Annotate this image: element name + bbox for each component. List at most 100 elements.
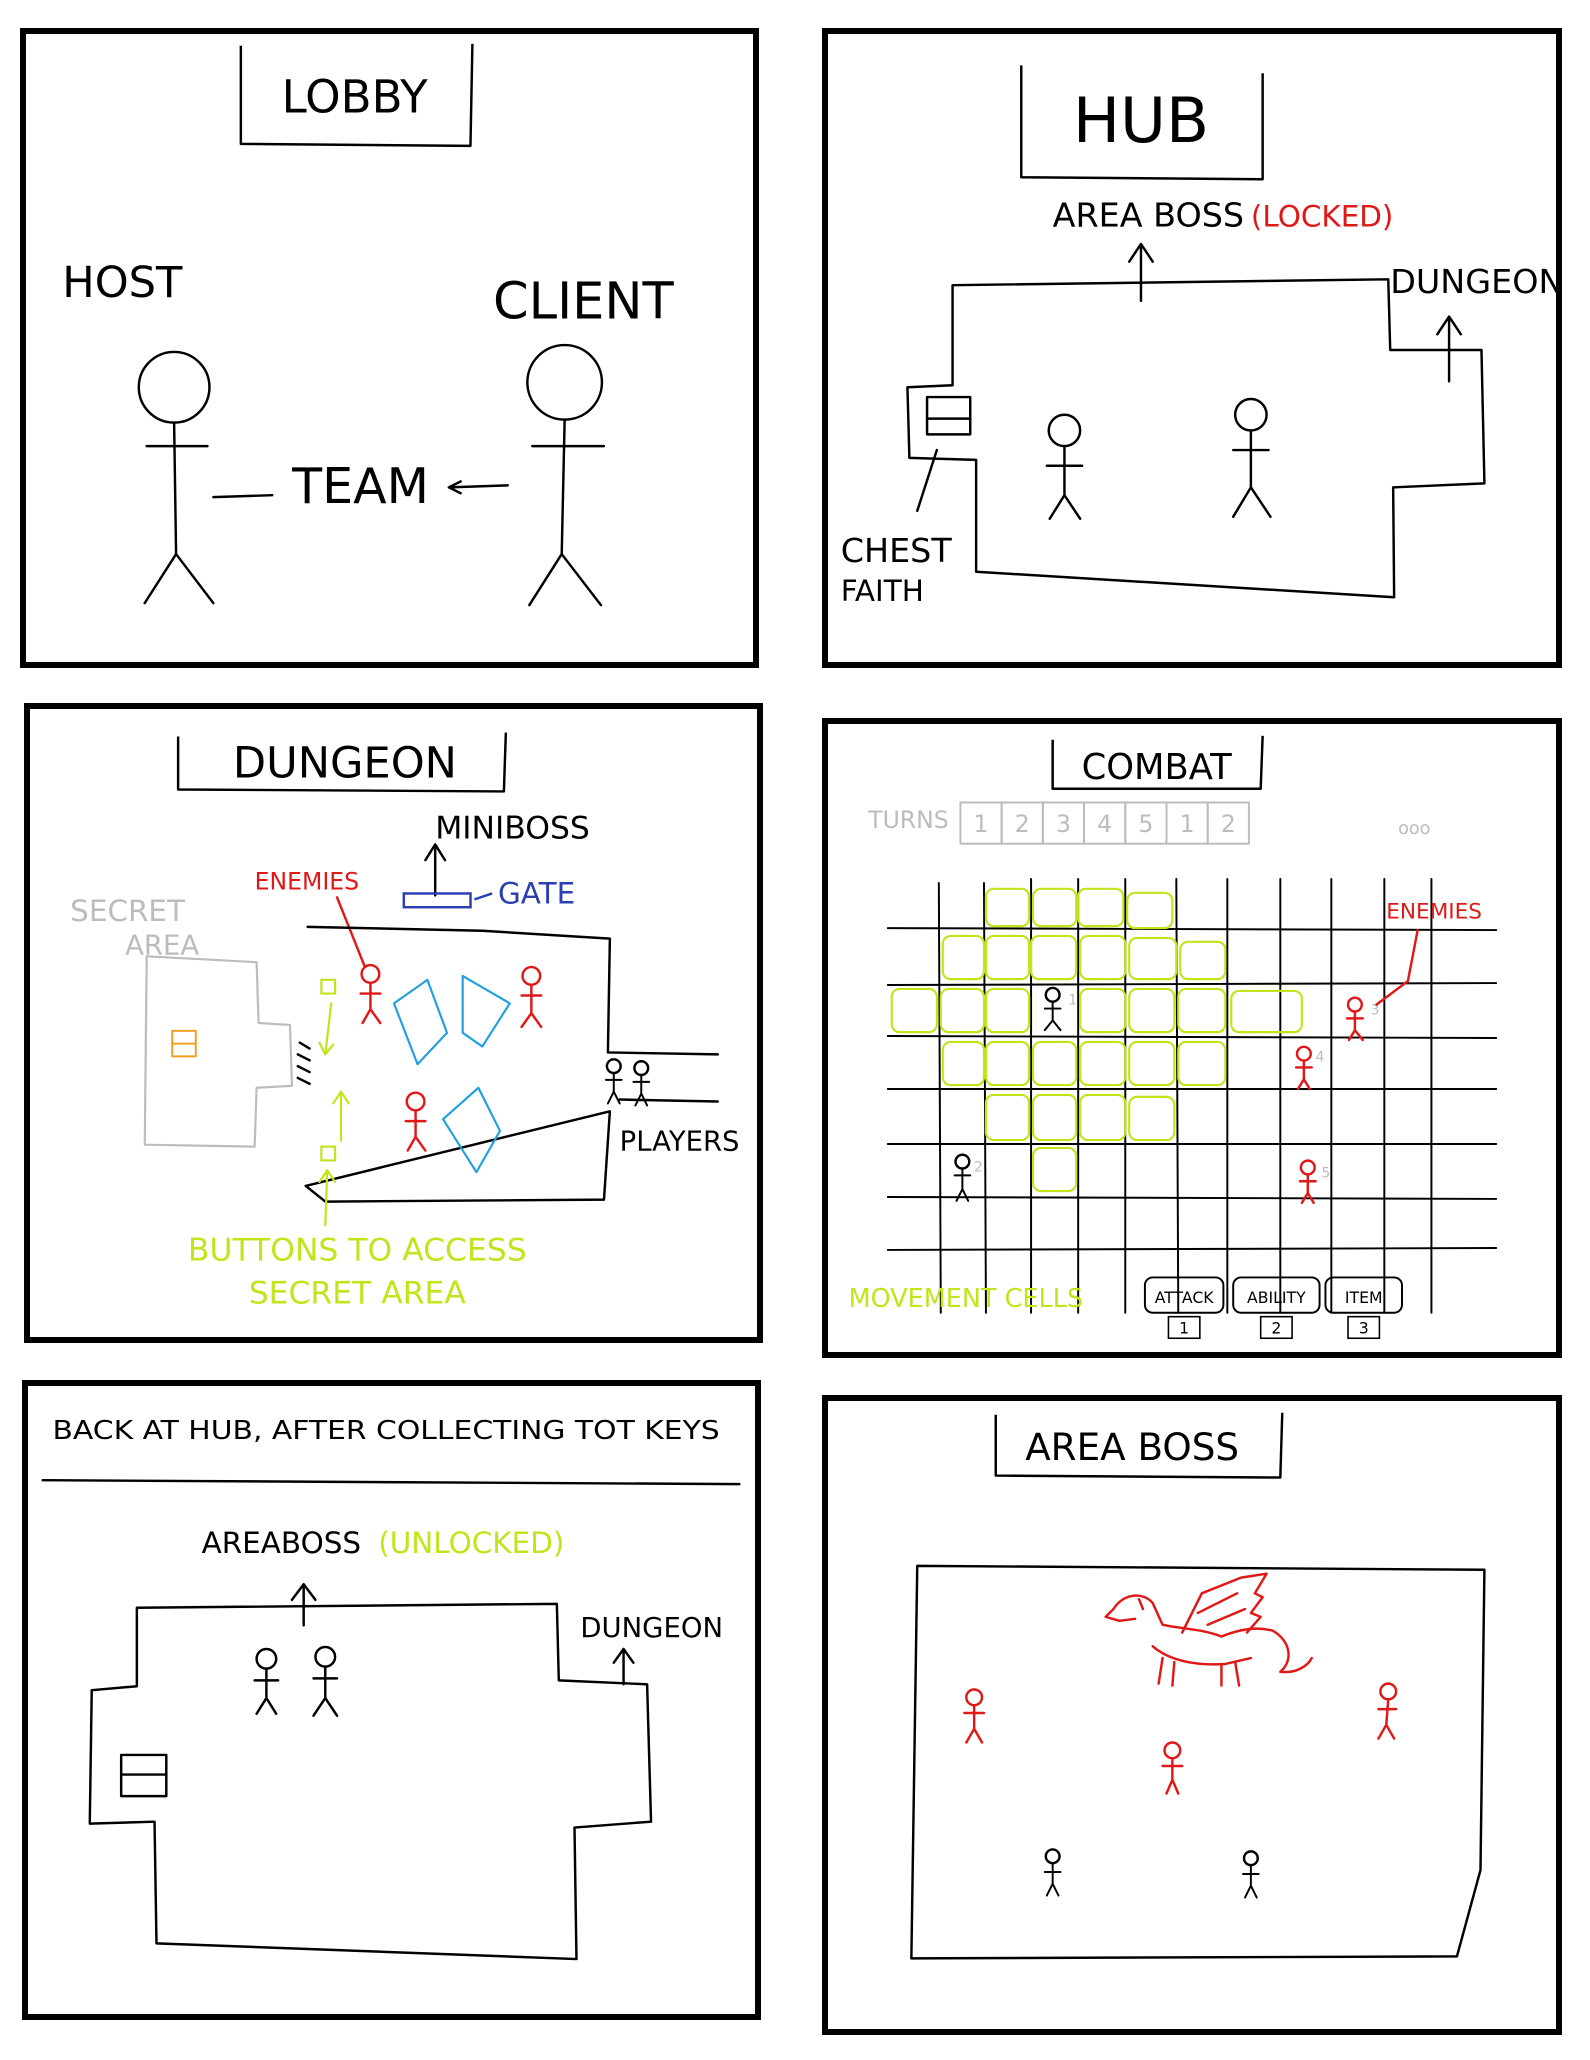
back-hub-areaboss-arrow bbox=[290, 1582, 317, 1627]
miniboss-arrow bbox=[424, 843, 447, 897]
hub-room-outline bbox=[906, 278, 1486, 599]
enemies-label: ENEMIES bbox=[255, 868, 359, 896]
panel-lobby: LOBBY HOST CLIENT TEAM bbox=[20, 28, 759, 668]
unit-number-4: 4 bbox=[1316, 1050, 1325, 1066]
button-arrow-mid bbox=[332, 1090, 350, 1142]
turn-track: 1234512 bbox=[959, 801, 1250, 845]
turn-number: 1 bbox=[974, 810, 989, 838]
dungeon-enemy-2 bbox=[520, 965, 543, 1029]
hub-title: HUB bbox=[1073, 84, 1209, 157]
action-ability-button[interactable]: ABILITY 2 bbox=[1232, 1276, 1321, 1340]
button-arrow-up bbox=[318, 1002, 335, 1056]
gate-label: GATE bbox=[498, 876, 575, 910]
turn-number: 2 bbox=[1015, 810, 1030, 838]
chest-icon bbox=[925, 395, 972, 436]
panel-back-at-hub: BACK AT HUB, AFTER COLLECTING TOT KEYS A… bbox=[22, 1380, 761, 2020]
action-attack-button[interactable]: ATTACK 1 bbox=[1143, 1276, 1225, 1340]
action-label: ABILITY bbox=[1247, 1288, 1306, 1307]
client-label: CLIENT bbox=[493, 273, 674, 332]
dungeon-enemy-3 bbox=[404, 1091, 427, 1152]
unit-number-2: 2 bbox=[974, 1159, 983, 1175]
area-boss-title: AREA BOSS bbox=[1025, 1425, 1239, 1469]
area-boss-locked-label: (LOCKED) bbox=[1251, 199, 1394, 233]
dungeon-player-1 bbox=[604, 1058, 623, 1105]
back-hub-room-outline bbox=[88, 1602, 653, 1961]
boss-arena-outline bbox=[910, 1564, 1486, 1960]
boss-minion-2 bbox=[1161, 1741, 1184, 1795]
obstacle-1 bbox=[392, 978, 449, 1066]
secret-button-2 bbox=[320, 1145, 337, 1162]
combat-title: COMBAT bbox=[1082, 747, 1233, 788]
turn-number: 1 bbox=[1180, 810, 1195, 838]
gate-shape bbox=[402, 892, 472, 909]
movement-cells bbox=[890, 887, 1303, 1193]
back-hub-unlocked-label: (UNLOCKED) bbox=[378, 1526, 564, 1560]
unit-number-5: 5 bbox=[1322, 1165, 1331, 1181]
dungeon-enemy-1 bbox=[359, 963, 382, 1025]
turns-more: ooo bbox=[1398, 819, 1430, 839]
faith-label: FAITH bbox=[841, 574, 924, 608]
back-hub-dungeon-label: DUNGEON bbox=[580, 1613, 723, 1644]
back-hub-chest-icon bbox=[119, 1753, 168, 1798]
boss-minion-1 bbox=[963, 1688, 986, 1744]
combat-enemies-label: ENEMIES bbox=[1386, 899, 1482, 924]
panel-dungeon: DUNGEON MINIBOSS GATE ENEMIES SECRET ARE… bbox=[24, 703, 763, 1343]
area-boss-label: AREA BOSS bbox=[1053, 195, 1244, 234]
action-item-button[interactable]: ITEM 3 bbox=[1324, 1276, 1403, 1340]
back-hub-sketch: BACK AT HUB, AFTER COLLECTING TOT KEYS A… bbox=[41, 1416, 741, 1961]
area-boss-sketch: AREA BOSS bbox=[910, 1412, 1486, 1960]
host-team-arrow bbox=[212, 493, 274, 499]
movement-cells-label: MOVEMENT CELLS bbox=[849, 1284, 1084, 1314]
action-key: 2 bbox=[1271, 1318, 1281, 1337]
turn-number: 4 bbox=[1097, 810, 1112, 838]
turn-number: 3 bbox=[1056, 810, 1071, 838]
back-hub-player-1 bbox=[253, 1647, 280, 1715]
lobby-sketch: LOBBY HOST CLIENT TEAM bbox=[62, 43, 675, 607]
turn-number: 5 bbox=[1138, 810, 1153, 838]
action-label: ITEM bbox=[1345, 1288, 1383, 1307]
hub-player-2 bbox=[1231, 397, 1272, 519]
dungeon-secret-wall bbox=[296, 1041, 311, 1086]
combat-enemy-3 bbox=[1345, 996, 1364, 1042]
miniboss-label: MINIBOSS bbox=[435, 811, 590, 847]
combat-sketch: COMBAT TURNS 1234512 ooo 1 2 3 4 5 ENEMI… bbox=[849, 735, 1498, 1340]
secret-area-outline bbox=[143, 955, 294, 1148]
boss-minion-3 bbox=[1377, 1682, 1398, 1740]
buttons-label-line2: SECRET AREA bbox=[249, 1276, 467, 1312]
action-label: ATTACK bbox=[1155, 1288, 1215, 1307]
back-hub-player-2 bbox=[312, 1645, 339, 1717]
combat-enemy-4 bbox=[1294, 1045, 1313, 1091]
dungeon-title: DUNGEON bbox=[233, 739, 457, 789]
panel-combat: COMBAT TURNS 1234512 ooo 1 2 3 4 5 ENEMI… bbox=[822, 718, 1562, 1358]
action-bar[interactable]: ATTACK 1 ABILITY 2 ITEM 3 bbox=[1143, 1276, 1403, 1340]
hub-player-1 bbox=[1045, 413, 1084, 520]
enemies-pointer bbox=[335, 896, 366, 968]
buttons-label-line1: BUTTONS TO ACCESS bbox=[188, 1232, 527, 1268]
hub-dungeon-label: DUNGEON bbox=[1390, 262, 1556, 301]
lobby-title: LOBBY bbox=[282, 71, 428, 124]
obstacle-3 bbox=[441, 1086, 502, 1174]
boss-player-1 bbox=[1043, 1848, 1062, 1897]
dungeon-room-outline bbox=[304, 925, 720, 1203]
panel-area-boss: AREA BOSS bbox=[822, 1395, 1562, 2035]
combat-grid bbox=[886, 878, 1498, 1314]
dragon-boss bbox=[1104, 1572, 1313, 1687]
combat-player-1 bbox=[1043, 986, 1062, 1032]
secret-button-1 bbox=[320, 978, 337, 995]
back-hub-heading: BACK AT HUB, AFTER COLLECTING TOT KEYS bbox=[52, 1416, 719, 1446]
turn-number: 2 bbox=[1221, 810, 1236, 838]
back-hub-areaboss-label: AREABOSS bbox=[202, 1526, 361, 1560]
back-hub-heading-rule bbox=[41, 1478, 741, 1486]
client-figure bbox=[526, 343, 606, 607]
team-label: TEAM bbox=[291, 457, 429, 515]
host-label: HOST bbox=[62, 258, 183, 308]
action-key: 1 bbox=[1179, 1318, 1189, 1337]
combat-player-2 bbox=[953, 1153, 972, 1202]
turns-label: TURNS bbox=[867, 806, 949, 834]
client-team-arrow bbox=[447, 480, 509, 495]
chest-label: CHEST bbox=[841, 531, 953, 570]
combat-enemy-5 bbox=[1298, 1159, 1317, 1205]
dungeon-sketch: DUNGEON MINIBOSS GATE ENEMIES SECRET ARE… bbox=[70, 732, 740, 1312]
secret-label: SECRET bbox=[70, 894, 186, 928]
panel-hub: HUB AREA BOSS (LOCKED) DUNGEON CHEST FAI… bbox=[822, 28, 1562, 668]
